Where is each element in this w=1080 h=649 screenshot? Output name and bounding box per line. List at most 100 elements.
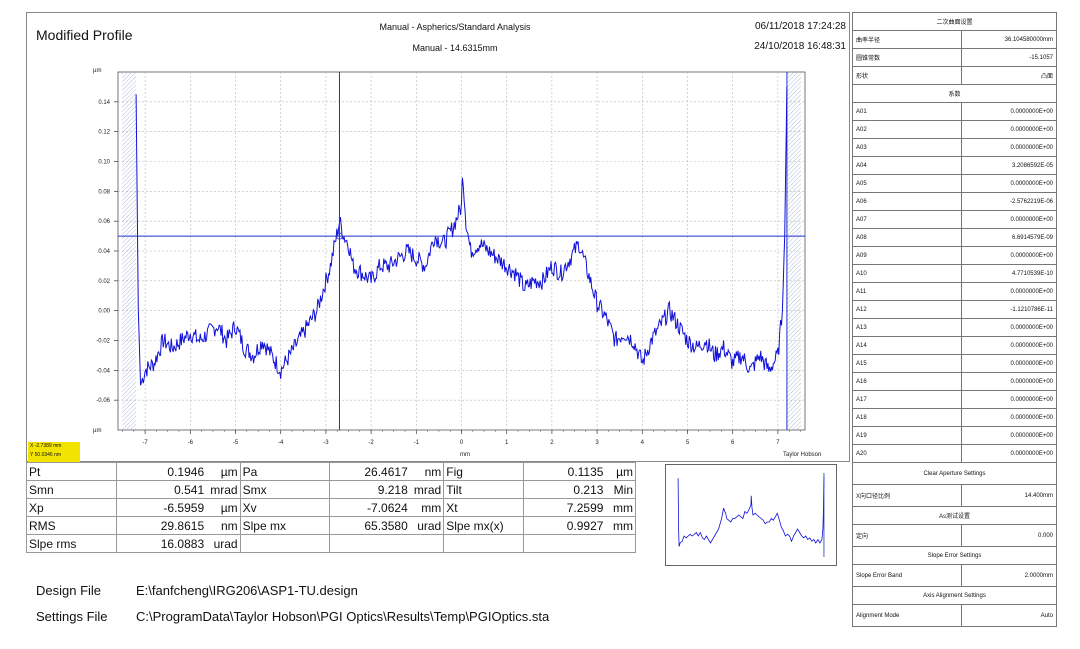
x-tick-label: -3	[323, 440, 329, 446]
param-unit: µm	[605, 462, 637, 481]
settings-row: Alignment Mode Auto	[851, 604, 1057, 627]
param-unit: µm	[206, 498, 241, 517]
cursor-readout-y: Y 50.0346 nm	[30, 452, 62, 458]
settings-row: As测试设置	[852, 506, 1057, 525]
brand-watermark: Taylor Hobson	[783, 452, 821, 458]
parameter-table: Pt 0.1946 µm Pa 26.4617 nm Fig 0.1135 µm Smn 0.541…	[26, 462, 637, 553]
settings-value: 6.6914579E-09	[961, 228, 1057, 247]
settings-label: 圆锥常数	[851, 48, 963, 67]
settings-row: Axis Alignment Settings	[852, 586, 1057, 605]
param-unit: mrad	[206, 480, 241, 499]
y-tick-label: -0.02	[96, 339, 110, 345]
settings-label: A06	[851, 192, 963, 211]
settings-row: X向口径比例 14.400mm	[851, 484, 1057, 507]
settings-label: A09	[851, 246, 963, 265]
param-value: 0.9927	[523, 516, 606, 535]
settings-label: A18	[851, 408, 963, 427]
settings-value: 0.000	[961, 524, 1057, 547]
settings-row: A03 0.0000000E+00	[851, 138, 1057, 157]
x-axis-label: mm	[460, 452, 470, 458]
settings-label: A01	[851, 102, 963, 121]
param-value	[523, 534, 606, 553]
settings-file-path: C:\ProgramData\Taylor Hobson\PGI Optics\…	[136, 609, 550, 624]
settings-value: 0.0000000E+00	[961, 318, 1057, 337]
settings-value: 2.0000mm	[961, 564, 1057, 587]
settings-section-header: Clear Aperture Settings	[852, 462, 1057, 485]
settings-row: 曲率半径 36.104580000mm	[851, 30, 1057, 49]
settings-value: 0.0000000E+00	[961, 444, 1057, 463]
settings-label: 曲率半径	[851, 30, 963, 49]
settings-file-label: Settings File	[36, 609, 108, 624]
settings-row: A06 -2.5762219E-06	[851, 192, 1057, 211]
settings-row: A19 0.0000000E+00	[851, 426, 1057, 445]
param-value: 65.3580	[329, 516, 410, 535]
settings-row: A07 0.0000000E+00	[851, 210, 1057, 229]
y-tick-label: 0.04	[98, 249, 110, 255]
settings-row: A20 0.0000000E+00	[851, 444, 1057, 463]
settings-value: 0.0000000E+00	[961, 354, 1057, 373]
param-value: 0.541	[115, 480, 207, 499]
settings-label: A17	[851, 390, 963, 409]
settings-label: A11	[851, 282, 963, 301]
settings-value: 0.0000000E+00	[961, 336, 1057, 355]
x-tick-label: -2	[368, 440, 374, 446]
settings-row: A16 0.0000000E+00	[851, 372, 1057, 391]
settings-row: 圆锥常数 -15.1057	[851, 48, 1057, 67]
settings-row: 定向 0.000	[851, 524, 1057, 547]
settings-row: Clear Aperture Settings	[852, 462, 1057, 485]
profile-thumbnail[interactable]	[665, 464, 837, 566]
settings-label: A19	[851, 426, 963, 445]
param-value: 29.8615	[115, 516, 207, 535]
y-tick-label: 0.08	[98, 189, 110, 195]
design-file-path: E:\fanfcheng\IRG206\ASP1-TU.design	[136, 583, 358, 598]
param-value: 7.2599	[523, 498, 606, 517]
design-file-label: Design File	[36, 583, 102, 598]
settings-row: Slope Error Band 2.0000mm	[851, 564, 1057, 587]
y-tick-label: 0.12	[98, 130, 110, 136]
settings-value: 0.0000000E+00	[961, 246, 1057, 265]
settings-label: A14	[851, 336, 963, 355]
param-unit: Min	[605, 480, 637, 499]
settings-row: A10 4.7710539E-10	[851, 264, 1057, 283]
settings-value: 0.0000000E+00	[961, 282, 1057, 301]
param-value: 0.1946	[115, 462, 207, 481]
settings-label: A07	[851, 210, 963, 229]
y-tick-label: 0.00	[98, 309, 110, 315]
settings-section-header: 系数	[852, 84, 1057, 103]
settings-label: A15	[851, 354, 963, 373]
profile-chart[interactable]: 0.14 0.12 0.10 0.08 0.06 0.04 0.02 0.00 -0.02 -0.…	[0, 0, 850, 462]
param-name: Slpe rms	[26, 534, 117, 553]
param-value: -7.0624	[329, 498, 410, 517]
settings-row: A08 6.6914579E-09	[851, 228, 1057, 247]
settings-label: A12	[851, 300, 963, 319]
settings-row: A12 -1.1210786E-11	[851, 300, 1057, 319]
x-tick-label: -5	[233, 440, 239, 446]
y-tick-label: 0.06	[98, 219, 110, 225]
param-name: Pa	[239, 462, 331, 481]
param-name: Xv	[239, 498, 331, 517]
settings-value: 0.0000000E+00	[961, 372, 1057, 391]
param-name: Smx	[239, 480, 331, 499]
param-name: Tilt	[443, 480, 525, 499]
settings-row: A04 3.2086592E-05	[851, 156, 1057, 175]
settings-label: A08	[851, 228, 963, 247]
cursor-readout: X -2.7389 mm Y 50.0346 nm	[28, 442, 80, 462]
x-tick-label: 6	[731, 440, 735, 446]
thumbnail-series-line	[677, 476, 825, 547]
settings-value: -2.5762219E-06	[961, 192, 1057, 211]
settings-label: A10	[851, 264, 963, 283]
param-name	[239, 534, 331, 553]
settings-row: A01 0.0000000E+00	[851, 102, 1057, 121]
x-tick-label: 4	[641, 440, 645, 446]
x-tick-label: -1	[414, 440, 420, 446]
param-value: -6.5959	[115, 498, 207, 517]
settings-section-header: 二次曲面设置	[852, 12, 1057, 31]
settings-value: Auto	[961, 604, 1057, 627]
settings-label: A16	[851, 372, 963, 391]
param-value	[329, 534, 410, 553]
settings-row: A11 0.0000000E+00	[851, 282, 1057, 301]
param-name: Slpe mx(x)	[443, 516, 525, 535]
param-row: Pt 0.1946 µm Pa 26.4617 nm Fig 0.1135 µm	[26, 462, 637, 481]
settings-row: 系数	[852, 84, 1057, 103]
settings-label: 定向	[851, 524, 963, 547]
